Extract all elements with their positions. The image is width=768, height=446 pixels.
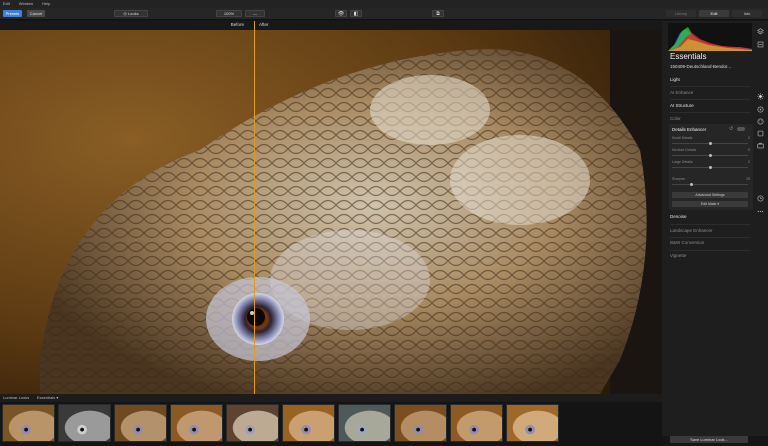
looks-collection-dropdown[interactable]: Essentials ▾ <box>37 395 58 400</box>
cancel-button[interactable]: Cancel <box>27 10 45 17</box>
details-enhancer-panel: Details Enhancer ↺ Small Details 0 Mediu… <box>669 124 753 210</box>
section-ai-enhance[interactable]: AI Enhance <box>670 90 693 95</box>
looks-bar: Luminar Looks Essentials ▾ <box>0 394 662 402</box>
looks-button[interactable]: ◎ Looks <box>114 10 148 17</box>
slider-label: Sharpen <box>672 177 686 181</box>
divider <box>670 250 750 251</box>
palette-icon[interactable] <box>756 105 764 113</box>
export-icon[interactable] <box>756 40 764 48</box>
looks-title: Luminar Looks <box>3 395 30 400</box>
slider-thumb[interactable] <box>708 166 712 169</box>
slider-thumb[interactable] <box>708 142 712 145</box>
looks-filmstrip <box>0 402 662 446</box>
menu-edit[interactable]: Edit <box>3 0 10 8</box>
tool-icon-rail <box>753 21 768 436</box>
lizard-photo <box>0 30 662 394</box>
save-luminar-look-button[interactable]: Save Luminar Look... <box>670 436 748 443</box>
slider-label: Large Details <box>672 160 693 164</box>
look-thumbnail[interactable] <box>394 404 447 442</box>
section-landscape-enhancer[interactable]: Landscape Enhancer <box>670 228 713 233</box>
file-name: 150409-Deutschland-Bendor... <box>670 64 732 69</box>
section-denoise[interactable]: Denoise <box>670 214 687 219</box>
after-label: After <box>259 22 269 27</box>
compare-icon[interactable]: ◧ <box>350 10 362 17</box>
panel-title: Essentials <box>670 52 707 61</box>
more-icon[interactable] <box>756 207 764 215</box>
section-bw-conversion[interactable]: B&W Conversion <box>670 240 704 245</box>
history-icon[interactable] <box>756 194 764 202</box>
divider <box>670 99 750 100</box>
look-thumbnail[interactable] <box>58 404 111 442</box>
slider-label: Medium Details <box>672 148 697 152</box>
slider-value: 25 <box>746 177 750 181</box>
face-icon[interactable] <box>756 117 764 125</box>
slider-thumb[interactable] <box>689 183 693 186</box>
slider-value: 0 <box>748 160 750 164</box>
slider-value: 0 <box>748 136 750 140</box>
zoom-level[interactable]: 100% <box>216 10 242 17</box>
look-thumbnail[interactable] <box>338 404 391 442</box>
layers-icon[interactable] <box>756 27 764 35</box>
section-color[interactable]: Color <box>670 116 681 121</box>
zoom-out-button[interactable]: — <box>245 10 265 17</box>
section-ai-structure[interactable]: AI Structure <box>670 103 694 108</box>
divider <box>670 86 750 87</box>
adjustments-panel: Essentials 150409-Deutschland-Bendor... … <box>662 21 768 436</box>
reset-icon[interactable]: ↺ <box>729 126 733 132</box>
details-enhancer-title[interactable]: Details Enhancer <box>672 127 706 132</box>
briefcase-icon[interactable] <box>756 141 764 149</box>
tab-info[interactable]: Info <box>732 10 762 17</box>
image-canvas[interactable]: Before After <box>0 21 662 394</box>
slider-value: 0 <box>748 148 750 152</box>
edit-mask-button[interactable]: Edit Mask ▾ <box>672 201 748 207</box>
look-thumbnail[interactable] <box>226 404 279 442</box>
menu-window[interactable]: Window <box>19 0 33 8</box>
look-thumbnail[interactable] <box>114 404 167 442</box>
large-details-slider[interactable] <box>672 166 748 169</box>
presets-button[interactable]: Presets <box>3 10 22 17</box>
panel-main: Essentials 150409-Deutschland-Bendor... … <box>665 21 753 436</box>
slider-thumb[interactable] <box>708 154 712 157</box>
divider <box>670 237 750 238</box>
advanced-settings-button[interactable]: Advanced Settings <box>672 192 748 198</box>
before-after-bar: Before After <box>0 21 662 30</box>
toolbar: Presets Cancel ◎ Looks 100% — 👁 ◧ ⧉ Libr… <box>0 8 768 20</box>
section-vignette[interactable]: Vignette <box>670 253 686 258</box>
look-thumbnail[interactable] <box>170 404 223 442</box>
medium-details-slider[interactable] <box>672 154 748 157</box>
split-divider-handle[interactable] <box>254 21 255 394</box>
small-details-slider[interactable] <box>672 142 748 145</box>
menu-help[interactable]: Help <box>42 0 50 8</box>
looks-label: Looks <box>127 11 139 16</box>
menu-bar: Edit Window Help <box>0 0 768 8</box>
sun-icon[interactable] <box>756 92 764 100</box>
split-view-icon[interactable]: ⧉ <box>432 10 444 17</box>
sharpen-slider[interactable] <box>672 183 748 186</box>
portrait-icon[interactable] <box>756 129 764 137</box>
tab-library[interactable]: Library <box>666 10 696 17</box>
look-thumbnail[interactable] <box>506 404 559 442</box>
histogram <box>668 23 752 51</box>
tab-edit[interactable]: Edit <box>699 10 729 17</box>
eye-icon[interactable]: 👁 <box>335 10 347 17</box>
before-label: Before <box>230 22 244 27</box>
section-light[interactable]: Light <box>670 77 680 82</box>
look-thumbnail[interactable] <box>2 404 55 442</box>
divider <box>670 112 750 113</box>
look-thumbnail[interactable] <box>450 404 503 442</box>
visibility-toggle[interactable] <box>737 127 745 131</box>
slider-label: Small Details <box>672 136 693 140</box>
look-thumbnail[interactable] <box>282 404 335 442</box>
divider <box>670 224 750 225</box>
